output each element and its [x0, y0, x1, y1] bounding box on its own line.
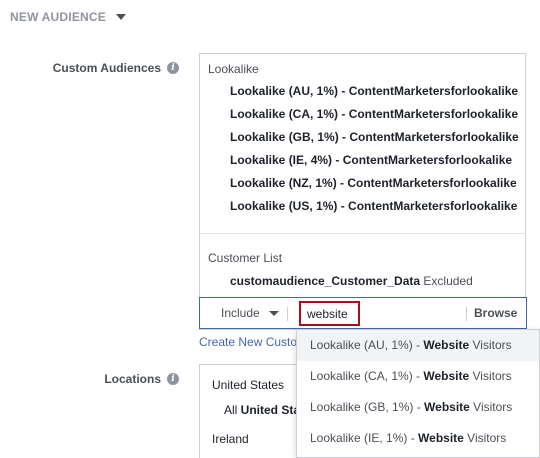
suggestion-suffix: Visitors	[463, 431, 507, 445]
suggestion-prefix: Lookalike (AU, 1%) -	[310, 338, 424, 352]
section-divider	[200, 233, 525, 234]
info-icon[interactable]: i	[167, 373, 179, 385]
customer-list-name: customaudience_Customer_Data	[230, 274, 421, 288]
suggestion-item[interactable]: Lookalike (GB, 1%) - Website Visitors	[297, 392, 539, 423]
create-new-audience-link[interactable]: Create New Custo	[199, 335, 297, 349]
suggestion-prefix: Lookalike (GB, 1%) -	[310, 400, 425, 414]
caret-down-icon	[268, 310, 279, 316]
include-dropdown[interactable]: Include	[221, 306, 279, 320]
location-country: United States	[212, 378, 285, 392]
location-item-name: United Sta	[240, 403, 301, 417]
lookalike-item[interactable]: Lookalike (AU, 1%) - ContentMarketersfor…	[230, 84, 519, 107]
caret-down-icon[interactable]	[115, 14, 126, 20]
suggestion-match: Website	[424, 400, 470, 414]
browse-button[interactable]: Browse	[474, 306, 517, 320]
lookalike-list: Lookalike (AU, 1%) - ContentMarketersfor…	[230, 84, 519, 222]
divider	[287, 307, 288, 321]
suggestion-suffix: Visitors	[469, 400, 513, 414]
new-audience-title: NEW AUDIENCE	[10, 10, 106, 24]
suggestion-suffix: Visitors	[469, 369, 512, 383]
lookalike-section-title: Lookalike	[208, 62, 259, 76]
new-audience-header[interactable]: NEW AUDIENCE	[10, 10, 126, 24]
lookalike-item[interactable]: Lookalike (CA, 1%) - ContentMarketersfor…	[230, 107, 519, 130]
custom-audiences-box: Lookalike Lookalike (AU, 1%) - ContentMa…	[199, 53, 526, 330]
lookalike-item[interactable]: Lookalike (IE, 4%) - ContentMarketersfor…	[230, 153, 519, 176]
suggestion-item[interactable]: Lookalike (IE, 1%) - Website Visitors	[297, 423, 539, 454]
divider	[466, 307, 467, 321]
locations-label: Locations i	[104, 372, 179, 386]
audience-search-row: Include Browse	[199, 297, 527, 329]
lookalike-item[interactable]: Lookalike (NZ, 1%) - ContentMarketersfor…	[230, 176, 519, 199]
audience-search-input[interactable]	[299, 301, 360, 326]
custom-audiences-label-text: Custom Audiences	[52, 61, 161, 75]
locations-label-text: Locations	[104, 372, 161, 386]
location-item-prefix: All	[224, 403, 241, 417]
suggestion-match: Website	[418, 431, 464, 445]
customer-list-status: Excluded	[423, 274, 473, 288]
suggestion-match: Website	[423, 369, 470, 383]
lookalike-item[interactable]: Lookalike (GB, 1%) - ContentMarketersfor…	[230, 130, 519, 153]
suggestion-prefix: Lookalike (CA, 1%) -	[310, 369, 424, 383]
lookalike-item[interactable]: Lookalike (US, 1%) - ContentMarketersfor…	[230, 199, 519, 222]
include-dropdown-label: Include	[221, 306, 260, 320]
custom-audiences-label: Custom Audiences i	[53, 61, 179, 75]
info-icon[interactable]: i	[167, 62, 179, 74]
location-country: Ireland	[212, 432, 249, 446]
customer-list-section-title: Customer List	[208, 251, 283, 265]
suggestion-item[interactable]: Lookalike (CA, 1%) - Website Visitors	[297, 361, 539, 392]
suggestion-item[interactable]: Lookalike (AU, 1%) - Website Visitors	[297, 330, 539, 361]
suggestion-suffix: Visitors	[469, 338, 512, 352]
customer-list-item[interactable]: customaudience_Customer_Data Excluded	[230, 274, 473, 288]
audience-suggestions-dropdown: Lookalike (AU, 1%) - Website Visitors Lo…	[296, 329, 540, 458]
suggestion-match: Website	[423, 338, 470, 352]
location-item[interactable]: All United Sta	[224, 403, 300, 417]
suggestion-prefix: Lookalike (IE, 1%) -	[310, 431, 419, 445]
